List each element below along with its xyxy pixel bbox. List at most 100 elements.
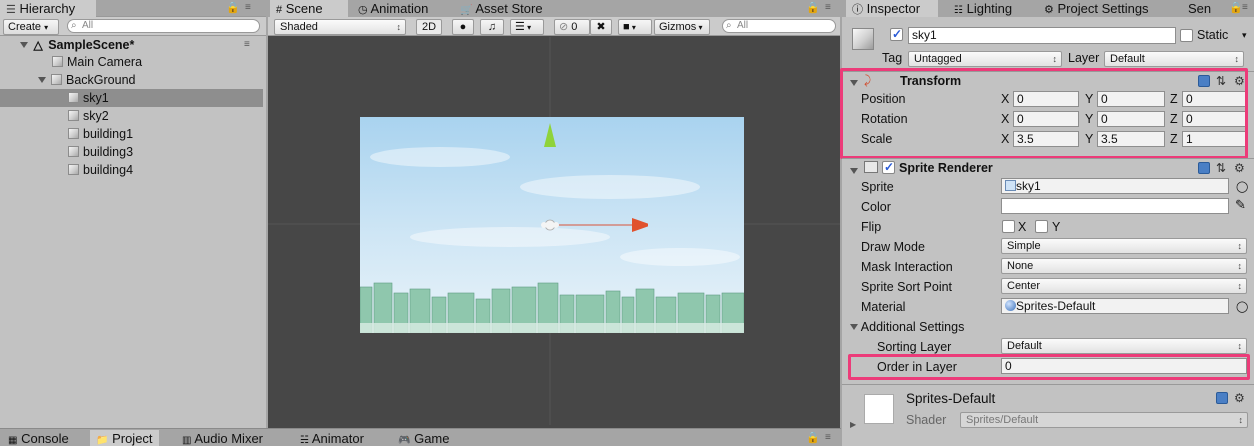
position-y-label[interactable]: Y xyxy=(1085,92,1093,106)
move-gizmo[interactable] xyxy=(508,117,648,257)
shading-mode-dropdown[interactable]: Shaded xyxy=(274,19,406,35)
help-book-icon[interactable] xyxy=(1216,392,1228,404)
tab-hierarchy[interactable]: ☰ Hierarchy xyxy=(0,0,96,17)
gizmos-dropdown[interactable]: Gizmos ▾ xyxy=(654,19,710,35)
position-y-field[interactable]: 0 xyxy=(1097,91,1165,107)
position-x-field[interactable]: 0 xyxy=(1013,91,1079,107)
hierarchy-item-building1[interactable]: building1 xyxy=(0,125,263,143)
lighting-toggle-button[interactable]: ● xyxy=(452,19,474,35)
hierarchy-item-sky1[interactable]: sky1 xyxy=(0,89,263,107)
menu-icon[interactable]: ≡ xyxy=(244,36,250,54)
position-x-label[interactable]: X xyxy=(1001,92,1009,106)
menu-icon[interactable]: ≡ xyxy=(825,2,831,13)
menu-icon[interactable]: ≡ xyxy=(1242,2,1248,13)
mask-interaction-dropdown[interactable]: None xyxy=(1001,258,1247,274)
expand-arrow-icon[interactable]: ▶ xyxy=(850,420,856,429)
preset-sliders-icon[interactable]: ⇅ xyxy=(1216,75,1226,87)
dropdown-arrow-icon[interactable]: ▾ xyxy=(1242,30,1247,41)
tag-dropdown[interactable]: Untagged xyxy=(908,51,1062,67)
y-axis-arrow-icon[interactable] xyxy=(544,123,556,147)
rotation-y-label[interactable]: Y xyxy=(1085,112,1093,126)
sprite-renderer-header[interactable]: Sprite Renderer ⇅ ⚙ xyxy=(842,159,1254,177)
sorting-layer-dropdown[interactable]: Default xyxy=(1001,338,1247,354)
eyedropper-icon[interactable]: ✎ xyxy=(1235,197,1246,213)
collapse-arrow-icon[interactable] xyxy=(850,76,858,90)
lock-icon[interactable]: 🔒 xyxy=(1229,1,1243,14)
hierarchy-item-building3[interactable]: building3 xyxy=(0,143,263,161)
tab-project[interactable]: 📁 Project xyxy=(90,430,159,446)
layer-dropdown[interactable]: Default xyxy=(1104,51,1244,67)
scale-y-field[interactable]: 3.5 xyxy=(1097,131,1165,147)
sprite-sort-point-dropdown[interactable]: Center xyxy=(1001,278,1247,294)
tab-audio-mixer[interactable]: ▥ Audio Mixer xyxy=(176,430,269,446)
flip-y-checkbox[interactable] xyxy=(1035,220,1048,233)
active-checkbox[interactable] xyxy=(890,27,903,41)
x-axis-arrow-icon[interactable] xyxy=(632,218,648,232)
hierarchy-search-input[interactable]: All xyxy=(67,19,260,33)
rotation-y-field[interactable]: 0 xyxy=(1097,111,1165,127)
tab-services[interactable]: Sen xyxy=(1182,0,1228,17)
object-name-field[interactable]: sky1 xyxy=(908,27,1176,44)
scale-y-label[interactable]: Y xyxy=(1085,132,1093,146)
scale-x-field[interactable]: 3.5 xyxy=(1013,131,1079,147)
expand-arrow-icon[interactable] xyxy=(38,77,46,83)
object-picker-icon[interactable]: ◯ xyxy=(1236,300,1248,313)
tab-animation[interactable]: ◷ Animation xyxy=(352,0,434,17)
scene-root-row[interactable]: △ SampleScene* ≡ xyxy=(0,36,263,54)
rotation-z-label[interactable]: Z xyxy=(1170,112,1178,126)
effects-dropdown-button[interactable]: ☰ ▾ xyxy=(510,19,544,35)
lock-icon[interactable]: 🔒 xyxy=(806,1,820,14)
gear-icon[interactable]: ⚙ xyxy=(1234,162,1245,174)
preset-sliders-icon[interactable]: ⇅ xyxy=(1216,162,1226,174)
create-button[interactable]: Create ▾ xyxy=(3,19,59,35)
hierarchy-item-building4[interactable]: building4 xyxy=(0,161,263,179)
lock-icon[interactable]: 🔒 xyxy=(226,1,240,14)
tab-asset-store[interactable]: 🛒 Asset Store xyxy=(454,0,549,17)
scale-z-label[interactable]: Z xyxy=(1170,132,1178,146)
tab-game[interactable]: 🎮 Game xyxy=(392,430,455,446)
position-z-label[interactable]: Z xyxy=(1170,92,1178,106)
static-checkbox[interactable] xyxy=(1180,29,1193,42)
collapse-arrow-icon[interactable] xyxy=(850,164,858,178)
flip-x-checkbox[interactable] xyxy=(1002,220,1015,233)
tools-button[interactable]: ✖ xyxy=(590,19,612,35)
tab-inspector[interactable]: ⓘ Inspector xyxy=(846,0,938,17)
tab-scene[interactable]: # Scene xyxy=(270,0,348,17)
toggle-2d-button[interactable]: 2D xyxy=(416,19,442,35)
transform-header[interactable]: ⤸ Transform ⇅ ⚙ xyxy=(842,72,1254,90)
expand-arrow-icon[interactable] xyxy=(20,42,28,48)
tab-console[interactable]: ▦ Console xyxy=(2,430,75,446)
help-book-icon[interactable] xyxy=(1198,162,1210,174)
tab-project-settings[interactable]: ⚙ Project Settings xyxy=(1038,0,1155,17)
lock-icon[interactable]: 🔒 xyxy=(806,431,820,444)
scene-search-input[interactable]: All xyxy=(722,19,836,33)
audio-toggle-button[interactable]: ♫ xyxy=(480,19,504,35)
order-in-layer-field[interactable]: 0 xyxy=(1001,358,1247,374)
help-book-icon[interactable] xyxy=(1198,75,1210,87)
center-handle-icon[interactable] xyxy=(541,219,559,231)
hidden-objects-toggle[interactable]: ⊘ 0 xyxy=(554,19,590,35)
material-object-field[interactable]: Sprites-Default xyxy=(1001,298,1229,314)
shader-dropdown[interactable]: Sprites/Default xyxy=(960,412,1248,428)
scene-viewport[interactable] xyxy=(268,37,840,425)
camera-dropdown-button[interactable]: ■ ▾ xyxy=(618,19,652,35)
hierarchy-item-background[interactable]: BackGround xyxy=(0,71,263,89)
hierarchy-item-sky2[interactable]: sky2 xyxy=(0,107,263,125)
rotation-x-label[interactable]: X xyxy=(1001,112,1009,126)
menu-icon[interactable]: ≡ xyxy=(245,2,251,13)
position-z-field[interactable]: 0 xyxy=(1182,91,1248,107)
gear-icon[interactable]: ⚙ xyxy=(1234,75,1245,87)
additional-settings-foldout[interactable]: Additional Settings xyxy=(850,318,964,336)
scale-z-field[interactable]: 1 xyxy=(1182,131,1248,147)
object-picker-icon[interactable]: ◯ xyxy=(1236,180,1248,193)
rotation-z-field[interactable]: 0 xyxy=(1182,111,1248,127)
collapse-arrow-icon[interactable] xyxy=(850,324,858,330)
sprite-object-field[interactable]: sky1 xyxy=(1001,178,1229,194)
tab-animator[interactable]: ☵ Animator xyxy=(294,430,370,446)
hierarchy-item-main-camera[interactable]: Main Camera xyxy=(0,53,263,71)
color-swatch[interactable] xyxy=(1001,198,1229,214)
rotation-x-field[interactable]: 0 xyxy=(1013,111,1079,127)
sprite-renderer-enabled-checkbox[interactable] xyxy=(882,160,895,174)
menu-icon[interactable]: ≡ xyxy=(825,432,831,443)
scale-x-label[interactable]: X xyxy=(1001,132,1009,146)
